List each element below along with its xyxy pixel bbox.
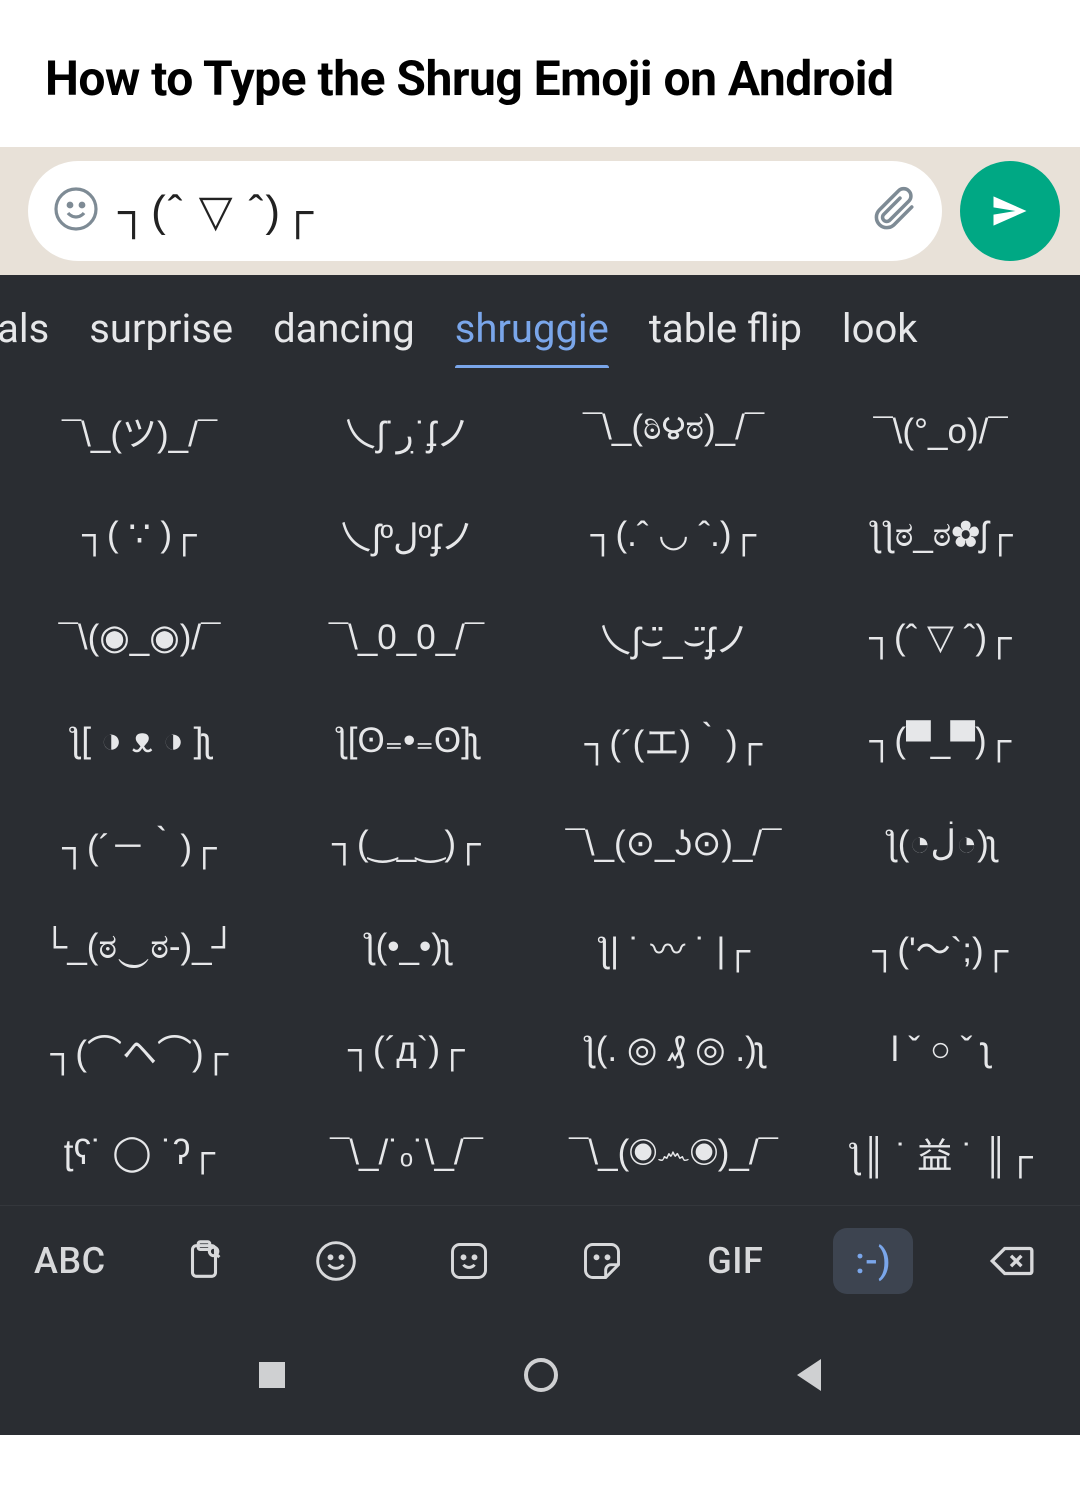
kaomoji-cell[interactable]: ¯\_/˙ₒ˙\_/¯ (273, 1102, 540, 1205)
sticker-peel-icon[interactable] (567, 1228, 637, 1294)
abc-key[interactable]: ABC (34, 1228, 106, 1294)
send-button[interactable] (960, 161, 1060, 261)
kaomoji-cell[interactable]: ¯\_(ツ)_/¯ (6, 380, 273, 483)
page-title: How to Type the Shrug Emoji on Android (45, 50, 1035, 107)
kaomoji-cell[interactable]: ʈʕ˙ ◯ ˙ʔ┌ (6, 1102, 273, 1205)
kaomoji-cell[interactable]: 乀ʃ⌣̈_⌣̈ʄノ (540, 586, 807, 689)
category-tab-surprise[interactable]: surprise (89, 297, 233, 368)
keyboard-bottom-bar: ABC (0, 1205, 1080, 1315)
kaomoji-cell[interactable]: ┐(▀_▀)┌ (807, 689, 1074, 792)
message-input-text[interactable]: ┐(ˆ ▽ ˆ)┌ (118, 186, 850, 237)
kaomoji-grid: ¯\_(ツ)_/¯乀ʃ˙ڔ˙ʄノ¯\_(ಠಿ౪ಠ)_/¯¯\(°_o)/¯ ┐( … (0, 368, 1080, 1205)
nav-recent-apps[interactable] (259, 1362, 285, 1388)
category-tab-table-flip[interactable]: table flip (649, 297, 802, 368)
kaomoji-cell[interactable]: ƪ║ ˙ 益 ˙ ║┌ (807, 1102, 1074, 1205)
kaomoji-cell[interactable]: ┐(´(エ)｀)┌ (540, 689, 807, 792)
kaomoji-cell[interactable]: ƪ(◔ڶ◔)ʅ (807, 793, 1074, 896)
sticker-tab-icon[interactable] (434, 1228, 504, 1294)
kaomoji-cell[interactable]: └_(ಠ‿ಠ-)_┘ (6, 896, 273, 999)
kaomoji-cell[interactable]: Ɩ ˇ ○ ˇ ʅ (807, 999, 1074, 1102)
kaomoji-cell[interactable]: ┐(´－｀)┌ (6, 793, 273, 896)
gif-tab[interactable]: GIF (700, 1228, 770, 1294)
category-tab-shruggie[interactable]: shruggie (455, 297, 609, 368)
emoji-tab-icon[interactable] (301, 1228, 371, 1294)
backspace-key[interactable] (976, 1228, 1046, 1294)
chat-composer-bar: ┐(ˆ ▽ ˆ)┌ (0, 147, 1080, 275)
emoticon-tab[interactable]: :-) (833, 1228, 913, 1294)
kaomoji-cell[interactable]: ¯\_(◉෴◉)_/¯ (540, 1102, 807, 1205)
category-tab-look[interactable]: look (842, 297, 918, 368)
nav-back[interactable] (797, 1359, 821, 1391)
emoji-picker-icon[interactable] (52, 185, 100, 237)
kaomoji-cell[interactable]: ƪ[ ◑ ᴥ ◑ ]ʅ (6, 689, 273, 792)
kaomoji-cell[interactable]: ┐(´д`)┌ (273, 999, 540, 1102)
kaomoji-cell[interactable]: ¯\(◉_◉)/¯ (6, 586, 273, 689)
kaomoji-category-row[interactable]: mals surprise dancing shruggie table flip loo… (0, 275, 1080, 368)
kaomoji-cell[interactable]: ┐('～`;)┌ (807, 896, 1074, 999)
kaomoji-cell[interactable]: 乀ʃ˙ڔ˙ʄノ (273, 380, 540, 483)
kaomoji-cell[interactable]: ƪƪಠ_ಠ✿ʃ┌ (807, 483, 1074, 586)
kaomoji-cell[interactable]: ┐(‿_‿)┌ (273, 793, 540, 896)
kaomoji-cell[interactable]: ƪ(•_•)ʅ (273, 896, 540, 999)
category-tab-mals[interactable]: mals (0, 297, 49, 368)
category-tab-dancing[interactable]: dancing (273, 297, 415, 368)
nav-home[interactable] (524, 1358, 558, 1392)
kaomoji-cell[interactable]: ¯\_(⊙_ʖ⊙)_/¯ (540, 793, 807, 896)
clipboard-icon[interactable] (169, 1228, 239, 1294)
kaomoji-cell[interactable]: ┐(⌒ヘ⌒)┌ (6, 999, 273, 1102)
keyboard-panel: mals surprise dancing shruggie table flip loo… (0, 275, 1080, 1435)
attachment-icon[interactable] (868, 184, 918, 238)
kaomoji-cell[interactable]: ¯\(°_o)/¯ (807, 380, 1074, 483)
kaomoji-cell[interactable]: ¯\_0_0_/¯ (273, 586, 540, 689)
kaomoji-cell[interactable]: ┐(.ˆ ◡ ˆ.)┌ (540, 483, 807, 586)
kaomoji-cell[interactable]: ┐(ˆ ▽ ˆ)┌ (807, 586, 1074, 689)
kaomoji-cell[interactable]: ¯\_(ಠಿ౪ಠ)_/¯ (540, 380, 807, 483)
kaomoji-cell[interactable]: ƪ[ʘ₌•₌ʘ]ʅ (273, 689, 540, 792)
kaomoji-cell[interactable]: ƪ(. ◎ ₰ ◎ .)ʅ (540, 999, 807, 1102)
android-nav-bar (0, 1315, 1080, 1435)
kaomoji-cell[interactable]: ┐( ∵ )┌ (6, 483, 273, 586)
kaomoji-cell[interactable]: ƪ| ˙ 〰 ˙ |┌ (540, 896, 807, 999)
message-input-pill[interactable]: ┐(ˆ ▽ ˆ)┌ (28, 161, 942, 261)
kaomoji-cell[interactable]: 乀ʃºلºʄノ (273, 483, 540, 586)
page-header: How to Type the Shrug Emoji on Android (0, 0, 1080, 147)
